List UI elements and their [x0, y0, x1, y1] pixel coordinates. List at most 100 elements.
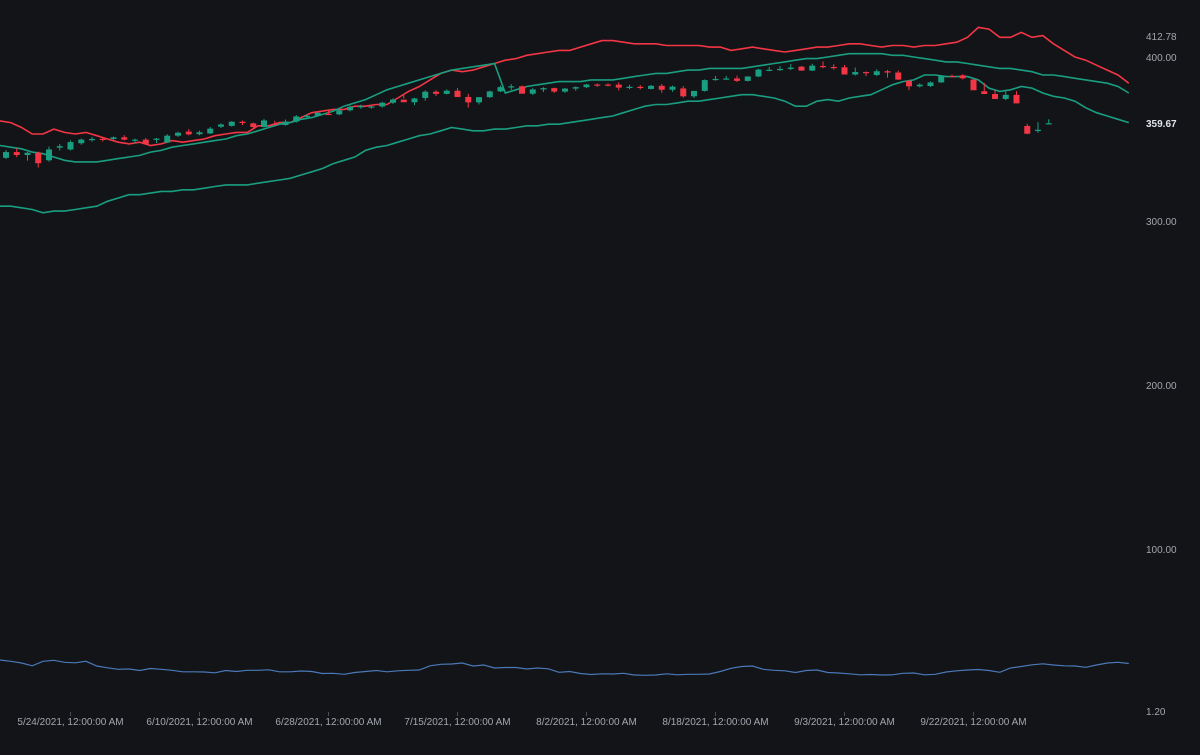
candle[interactable]: [744, 76, 751, 82]
candle[interactable]: [572, 86, 579, 91]
candle[interactable]: [927, 81, 934, 87]
candle[interactable]: [594, 83, 601, 87]
candle[interactable]: [1013, 91, 1020, 104]
candle[interactable]: [605, 83, 611, 87]
candle-body: [132, 139, 138, 141]
candle-body: [67, 142, 74, 150]
candle[interactable]: [1024, 123, 1031, 135]
candle[interactable]: [164, 134, 171, 144]
candle-body: [433, 91, 439, 94]
candle[interactable]: [454, 88, 461, 97]
candle[interactable]: [938, 74, 945, 83]
candle[interactable]: [540, 87, 547, 93]
candle[interactable]: [153, 137, 160, 144]
candle[interactable]: [443, 89, 450, 95]
chart-canvas[interactable]: 412.78 400.00 300.00 200.00 100.00 1.20 359.67…: [0, 0, 1200, 750]
candle[interactable]: [35, 151, 42, 168]
candle[interactable]: [615, 82, 622, 91]
candle[interactable]: [873, 69, 880, 77]
candle[interactable]: [519, 85, 525, 94]
candle[interactable]: [852, 67, 859, 76]
candle[interactable]: [476, 97, 482, 105]
candle[interactable]: [422, 90, 429, 101]
candle[interactable]: [734, 75, 740, 83]
candle[interactable]: [658, 84, 665, 93]
candle[interactable]: [465, 93, 472, 108]
candle-body: [884, 71, 891, 73]
candle[interactable]: [755, 68, 762, 78]
candle[interactable]: [583, 83, 590, 88]
candle[interactable]: [906, 80, 912, 91]
candle[interactable]: [411, 97, 418, 106]
candle[interactable]: [970, 78, 977, 91]
candle[interactable]: [121, 135, 128, 141]
candle[interactable]: [196, 130, 203, 136]
candle[interactable]: [433, 90, 439, 96]
candle[interactable]: [379, 101, 386, 108]
candle-body: [787, 67, 794, 69]
candle[interactable]: [314, 112, 321, 117]
candle[interactable]: [841, 64, 848, 75]
candle[interactable]: [701, 79, 708, 92]
candle[interactable]: [13, 147, 20, 158]
candle[interactable]: [895, 70, 902, 80]
candle[interactable]: [691, 90, 697, 98]
candle[interactable]: [680, 85, 687, 98]
candle[interactable]: [798, 66, 805, 71]
candle[interactable]: [46, 146, 52, 162]
candle[interactable]: [56, 143, 63, 151]
price-tick-label: 400.00: [1146, 53, 1177, 64]
candle[interactable]: [261, 118, 267, 128]
candle[interactable]: [293, 115, 300, 123]
candle[interactable]: [648, 84, 654, 90]
candle[interactable]: [777, 66, 783, 71]
candle[interactable]: [89, 136, 95, 142]
candle[interactable]: [766, 66, 773, 72]
candle[interactable]: [218, 123, 224, 128]
candle[interactable]: [529, 88, 536, 96]
price-tick-label: 1.20: [1146, 707, 1166, 718]
candle-body: [24, 152, 31, 156]
candle[interactable]: [24, 152, 31, 161]
candle[interactable]: [884, 69, 891, 78]
candle[interactable]: [142, 137, 149, 145]
candle[interactable]: [207, 126, 214, 135]
candle[interactable]: [626, 84, 633, 90]
candle[interactable]: [551, 87, 558, 94]
candle[interactable]: [67, 140, 74, 151]
candle-body: [207, 128, 214, 134]
candle[interactable]: [712, 75, 719, 81]
candle[interactable]: [250, 122, 257, 130]
candle-body: [734, 78, 740, 81]
candle[interactable]: [508, 84, 515, 90]
candle[interactable]: [228, 121, 235, 127]
candle[interactable]: [562, 87, 568, 93]
candlestick-chart[interactable]: 412.78 400.00 300.00 200.00 100.00 1.20 359.67…: [0, 0, 1200, 750]
candle[interactable]: [787, 64, 794, 71]
indicator-line: [0, 659, 1129, 676]
candle[interactable]: [959, 74, 966, 80]
candle[interactable]: [637, 85, 644, 90]
candle[interactable]: [1002, 91, 1009, 101]
candle[interactable]: [175, 131, 181, 137]
candle[interactable]: [830, 64, 837, 70]
candle[interactable]: [357, 104, 364, 109]
candle[interactable]: [78, 138, 85, 145]
candle[interactable]: [282, 119, 289, 126]
candle[interactable]: [486, 90, 493, 98]
candle[interactable]: [916, 83, 923, 88]
candle[interactable]: [723, 75, 730, 80]
candle-body: [422, 91, 429, 98]
candle[interactable]: [863, 71, 869, 77]
candle[interactable]: [3, 150, 9, 159]
candle[interactable]: [239, 120, 246, 126]
candle-body: [465, 96, 472, 103]
candle[interactable]: [1045, 119, 1052, 125]
candle[interactable]: [981, 82, 988, 95]
time-tick-label: 5/24/2021, 12:00:00 AM: [17, 717, 123, 728]
candle[interactable]: [809, 63, 816, 72]
candle[interactable]: [669, 85, 676, 92]
candle[interactable]: [1035, 122, 1041, 133]
candle[interactable]: [820, 61, 826, 69]
candle[interactable]: [185, 129, 192, 136]
